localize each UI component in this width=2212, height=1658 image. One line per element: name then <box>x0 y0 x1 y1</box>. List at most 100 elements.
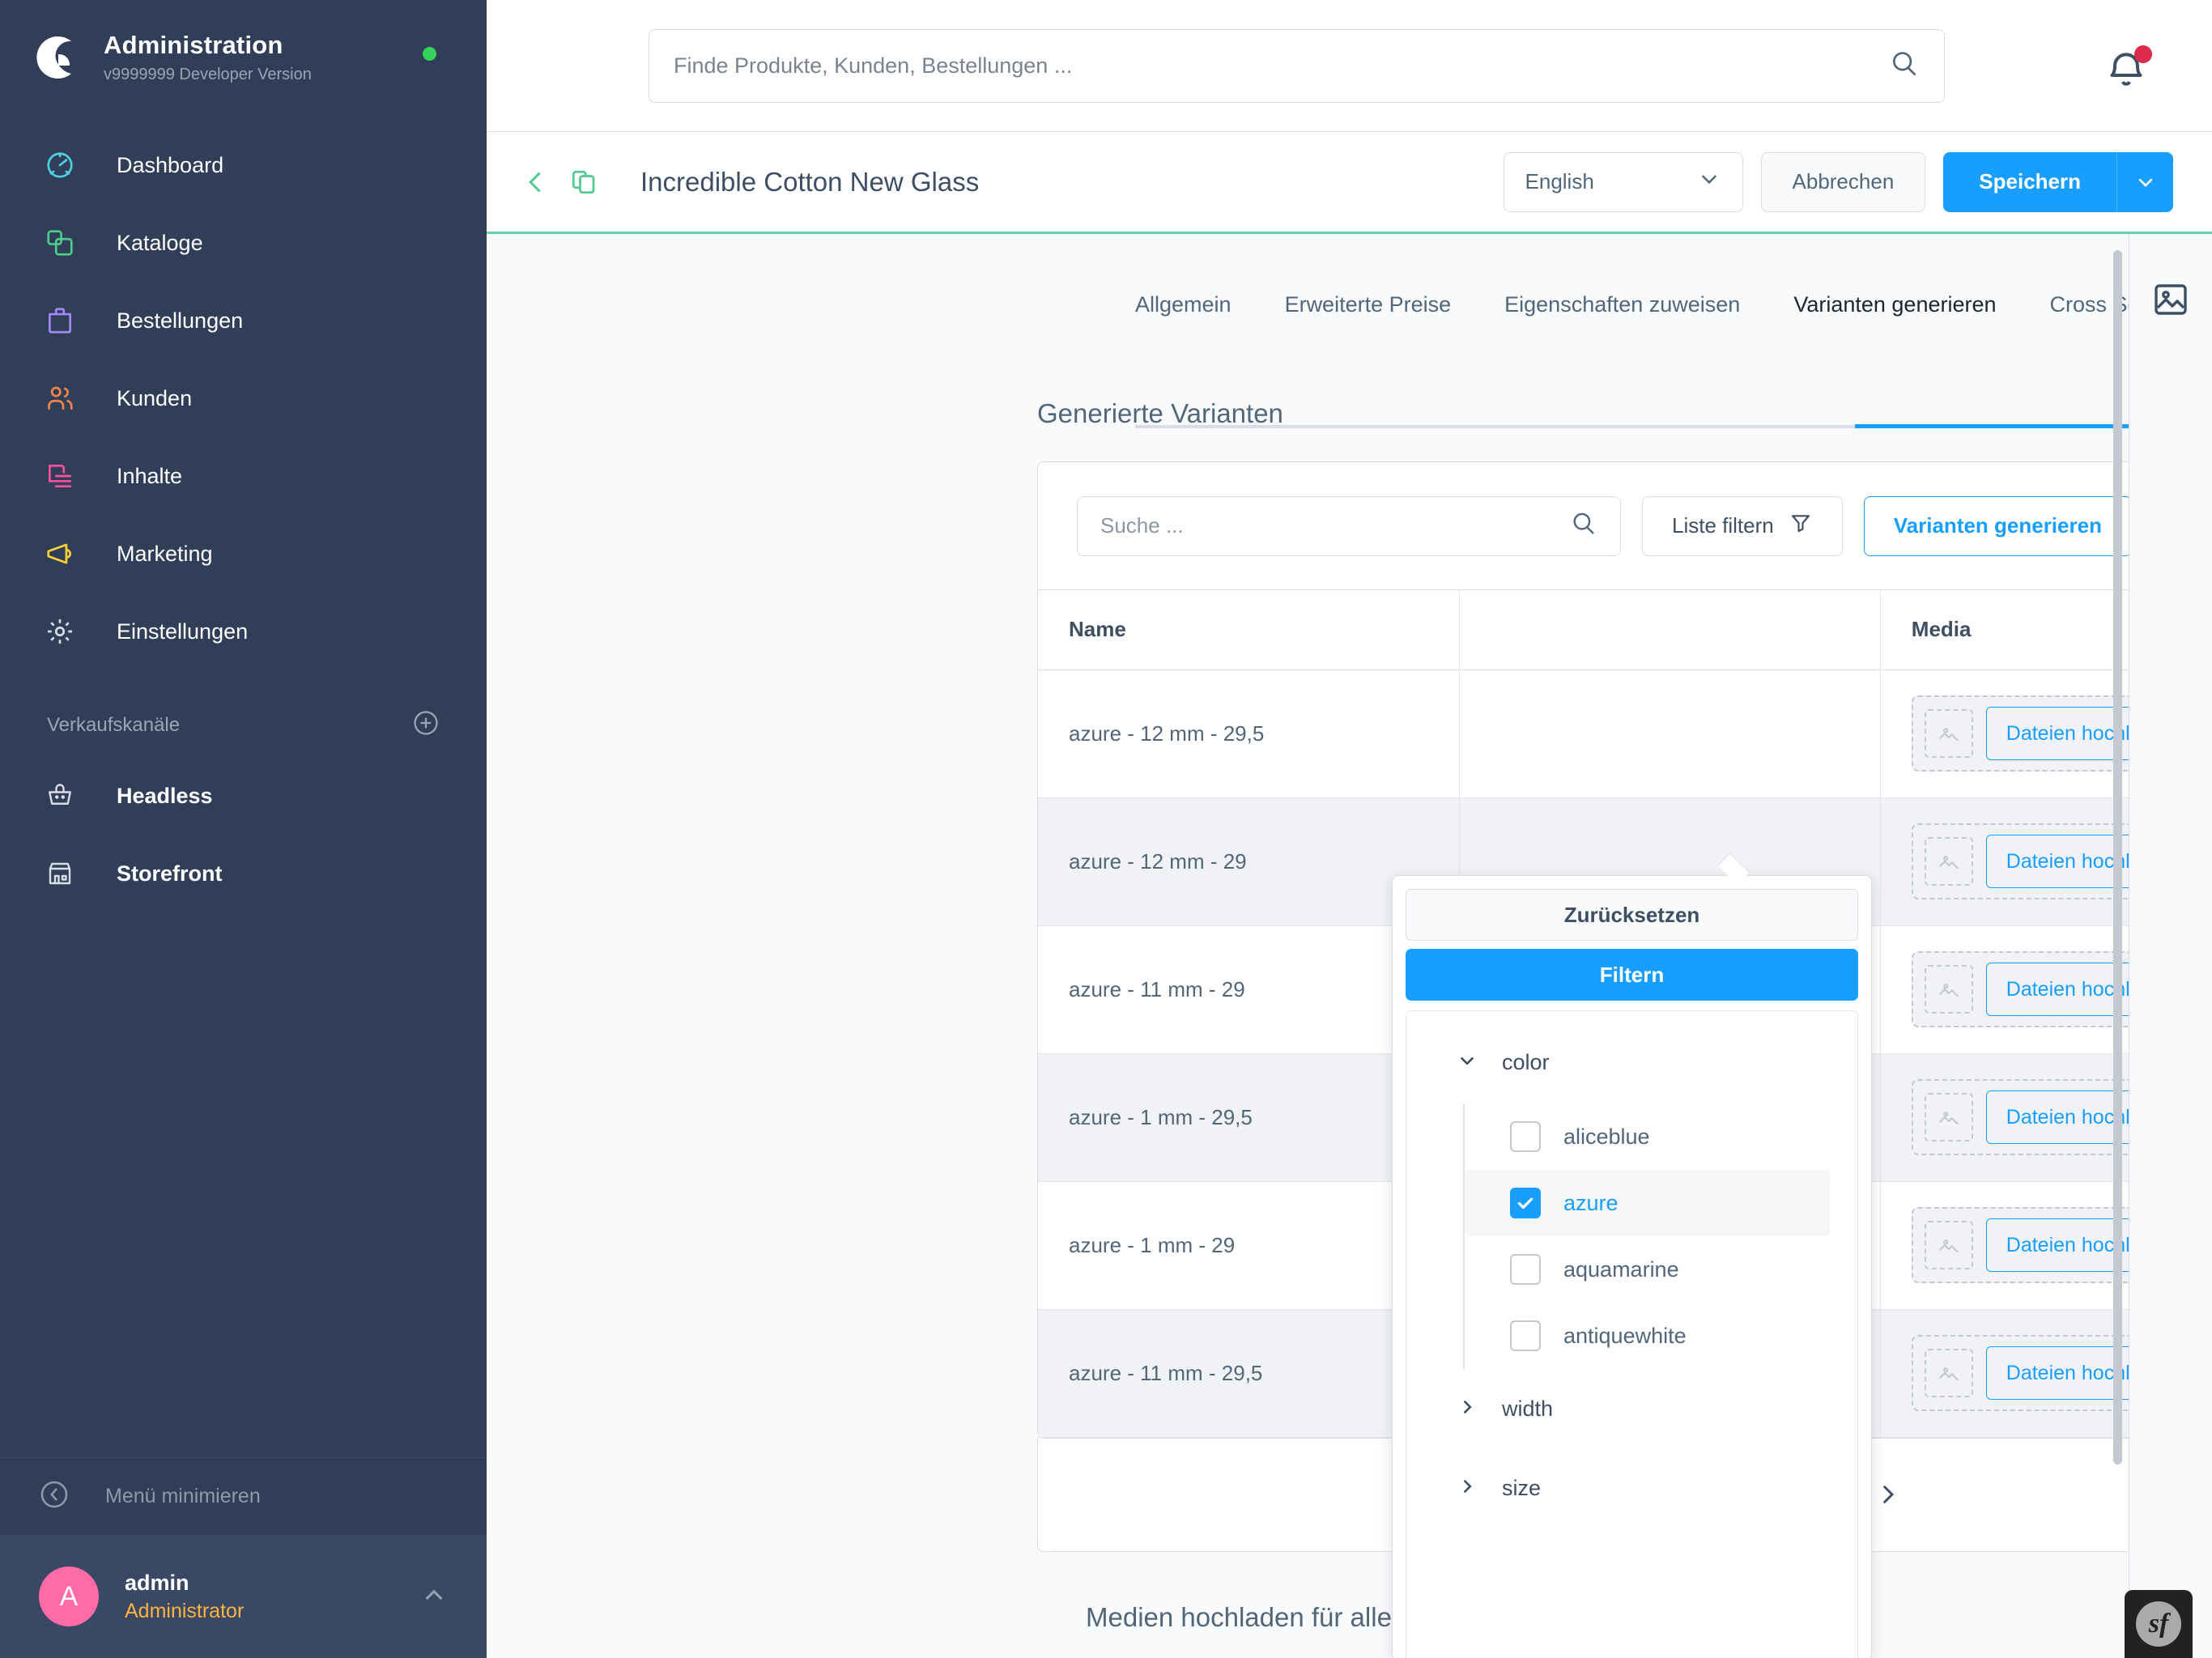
checkbox-icon[interactable] <box>1510 1121 1541 1152</box>
media-sidebar-icon[interactable] <box>2149 278 2193 321</box>
sidebar-channel-label: Storefront <box>117 861 223 886</box>
sidebar-section-sales-channels: Verkaufskanäle <box>0 670 487 757</box>
filter-group-header[interactable]: color <box>1406 1039 1857 1086</box>
search-input[interactable] <box>674 53 1889 79</box>
cell-price <box>1459 670 1881 798</box>
chevron-right-icon <box>1457 1476 1478 1501</box>
filter-group-label: width <box>1502 1396 1554 1421</box>
filter-option-aquamarine[interactable]: aquamarine <box>1465 1236 1830 1303</box>
checkbox-icon[interactable] <box>1510 1320 1541 1351</box>
users-icon <box>39 377 81 419</box>
sidebar-item-label: Kataloge <box>117 230 203 255</box>
symfony-logo-icon: sf <box>2136 1601 2181 1647</box>
filter-group-color[interactable]: color aliceblue azure aquamarine antique… <box>1406 1039 1857 1369</box>
status-indicator-dot <box>423 47 436 61</box>
tab-eigenschaften-zuweisen[interactable]: Eigenschaften zuweisen <box>1504 292 1740 353</box>
symfony-toolbar-badge[interactable]: sf <box>2125 1590 2193 1658</box>
minimize-menu-label: Menü minimieren <box>105 1485 261 1507</box>
chevron-up-icon[interactable] <box>420 1581 448 1613</box>
search-icon[interactable] <box>1889 49 1920 83</box>
filter-group-label: size <box>1502 1475 1542 1500</box>
language-select[interactable]: English <box>1503 151 1743 212</box>
sidebar-item-kataloge[interactable]: Kataloge <box>0 204 487 282</box>
sidebar-item-bestellungen[interactable]: Bestellungen <box>0 282 487 359</box>
save-button-group: Speichern <box>1943 151 2173 212</box>
sidebar-item-label: Einstellungen <box>117 619 249 644</box>
gauge-icon <box>39 144 81 186</box>
page-title: Incredible Cotton New Glass <box>640 166 980 197</box>
top-bar <box>487 0 2212 132</box>
app-root: Administration v9999999 Developer Versio… <box>0 0 2212 1658</box>
bag-icon <box>39 300 81 342</box>
image-placeholder-icon <box>1924 837 1973 886</box>
column-header-name[interactable]: Name <box>1038 590 1460 670</box>
sidebar-header: Administration v9999999 Developer Versio… <box>0 0 487 112</box>
cancel-button[interactable]: Abbrechen <box>1760 151 1926 212</box>
checkbox-checked-icon[interactable] <box>1510 1188 1541 1218</box>
filter-option-antiquewhite[interactable]: antiquewhite <box>1465 1303 1830 1369</box>
tab-active-indicator <box>1855 424 2137 428</box>
sidebar-item-label: Inhalte <box>117 463 183 488</box>
search-icon[interactable] <box>1570 510 1597 542</box>
notification-badge <box>2134 45 2152 63</box>
global-search[interactable] <box>649 29 1945 103</box>
product-header-bar: Incredible Cotton New Glass English Abbr… <box>487 132 2212 234</box>
tab-allgemein[interactable]: Allgemein <box>1135 292 1231 353</box>
back-chevron-icon[interactable] <box>521 164 551 200</box>
content-scrollbar[interactable] <box>2113 250 2122 1465</box>
tab-erweiterte-preise[interactable]: Erweiterte Preise <box>1285 292 1452 353</box>
sidebar-item-headless[interactable]: Headless <box>0 757 487 835</box>
save-button[interactable]: Speichern <box>1943 151 2116 212</box>
add-sales-channel-icon[interactable] <box>412 709 440 741</box>
sidebar-item-storefront[interactable]: Storefront <box>0 835 487 912</box>
generate-variants-button[interactable]: Varianten generieren <box>1863 495 2132 556</box>
tab-varianten-generieren[interactable]: Varianten generieren <box>1793 292 1996 353</box>
minimize-menu-button[interactable]: Menü minimieren <box>0 1457 487 1535</box>
checkbox-icon[interactable] <box>1510 1254 1541 1285</box>
image-placeholder-icon <box>1924 709 1973 758</box>
filter-reset-button[interactable]: Zurücksetzen <box>1406 889 1858 941</box>
cell-name: azure - 12 mm - 29,5 <box>1038 670 1460 798</box>
sidebar-item-dashboard[interactable]: Dashboard <box>0 126 487 204</box>
chevron-down-icon <box>1697 167 1721 197</box>
sidebar-nav: Dashboard Kataloge Bestellungen Kunden I… <box>0 126 487 670</box>
filter-groups: color aliceblue azure aquamarine antique… <box>1406 1010 1858 1658</box>
filter-apply-button[interactable]: Filtern <box>1406 949 1858 1001</box>
avatar: A <box>39 1567 99 1626</box>
sidebar-item-kunden[interactable]: Kunden <box>0 359 487 437</box>
sidebar-section-label: Verkaufskanäle <box>47 713 181 736</box>
duplicate-product-icon[interactable] <box>566 164 602 200</box>
sidebar-item-einstellungen[interactable]: Einstellungen <box>0 593 487 670</box>
catalog-icon <box>39 222 81 264</box>
filter-option-label: aliceblue <box>1563 1124 1650 1149</box>
user-info: admin Administrator <box>125 1571 420 1623</box>
sidebar-channel-label: Headless <box>117 783 213 808</box>
user-menu[interactable]: A admin Administrator <box>0 1535 487 1658</box>
sidebar-item-marketing[interactable]: Marketing <box>0 515 487 593</box>
filter-group-width[interactable]: width <box>1406 1369 1857 1448</box>
sidebar-item-label: Kunden <box>117 385 193 410</box>
list-search[interactable] <box>1077 495 1621 556</box>
filter-option-aliceblue[interactable]: aliceblue <box>1465 1103 1830 1170</box>
filter-group-size[interactable]: size <box>1406 1448 1857 1528</box>
table-row[interactable]: azure - 12 mm - 29,5 Dateien hochladen <box>1038 670 2212 798</box>
filter-option-label: azure <box>1563 1190 1619 1215</box>
shop-icon <box>39 852 81 895</box>
variants-toolbar: Liste filtern Varianten generieren Store… <box>1038 462 2212 590</box>
image-placeholder-icon <box>1924 1221 1973 1269</box>
gear-icon <box>39 610 81 653</box>
filter-option-azure[interactable]: azure <box>1465 1170 1830 1236</box>
save-dropdown-button[interactable] <box>2116 151 2173 212</box>
notifications-button[interactable] <box>2104 45 2152 92</box>
tab-bar: Allgemein Erweiterte Preise Eigenschafte… <box>1135 292 2179 353</box>
table-head: Name Media Stock <box>1038 590 2212 670</box>
main-area: Incredible Cotton New Glass English Abbr… <box>487 0 2212 1658</box>
filter-list-button[interactable]: Liste filtern <box>1642 495 1843 556</box>
column-header-price[interactable] <box>1459 590 1881 670</box>
sidebar-item-inhalte[interactable]: Inhalte <box>0 437 487 515</box>
table-header-row: Name Media Stock <box>1038 590 2212 670</box>
content-icon <box>39 455 81 497</box>
list-search-input[interactable] <box>1100 513 1570 538</box>
megaphone-icon <box>39 533 81 575</box>
